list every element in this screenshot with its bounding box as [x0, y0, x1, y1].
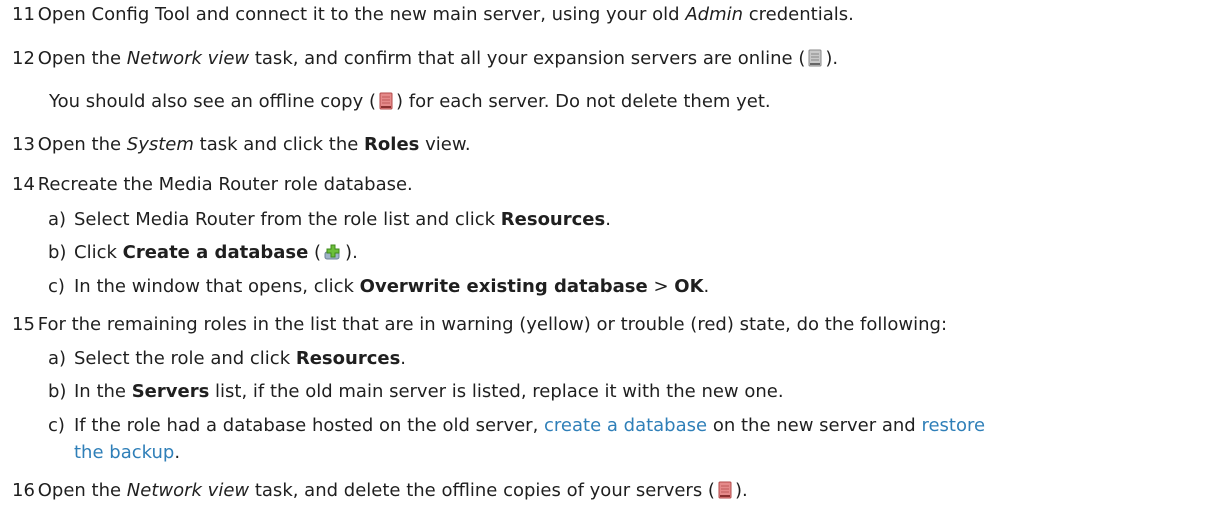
sub-letter: b) [48, 381, 67, 402]
sub-text-end: list, if the old main server is listed, … [209, 381, 784, 402]
sub-bold: Resources [500, 209, 606, 230]
sub-text-end: . [605, 209, 611, 230]
step-text: Open the [37, 48, 127, 69]
step-15-sub-c-cont: the backup. [74, 442, 180, 464]
sub-letter: c) [48, 276, 65, 297]
step-13: 13 Open the System task and click the Ro… [12, 134, 471, 156]
sub-text-mid: ( [308, 242, 322, 263]
sub-text-end: . [703, 276, 710, 297]
step-number: 14 [12, 174, 35, 195]
restore-link[interactable]: restore [921, 415, 985, 436]
step-text-end: ). [825, 48, 839, 69]
sub-bold: Create a database [122, 242, 309, 263]
step-emphasis: System [126, 134, 194, 155]
step-text: Open Config Tool and connect it to the n… [37, 4, 686, 25]
sub-letter: b) [48, 242, 67, 263]
step-text: Recreate the Media Router role database. [37, 174, 413, 195]
step-emphasis: Admin [685, 4, 744, 25]
step-15-sub-b: b) In the Servers list, if the old main s… [48, 381, 784, 403]
sub-bold-ok: OK [674, 276, 704, 297]
sub-text: Click [74, 242, 123, 263]
sub-bold: Overwrite existing database [359, 276, 648, 297]
step-15-sub-a: a) Select the role and click Resources. [48, 348, 406, 370]
step-12: 12 Open the Network view task, and confi… [12, 48, 838, 70]
step-emphasis: Network view [126, 480, 250, 501]
note-text-end: ) for each server. Do not delete them ye… [396, 91, 771, 112]
sub-text-end: ). [345, 242, 358, 263]
create-database-link[interactable]: create a database [544, 415, 707, 436]
step-number: 11 [12, 4, 35, 25]
sub-bold: Resources [295, 348, 401, 369]
plus-icon [323, 243, 343, 261]
sub-letter: c) [48, 415, 65, 436]
sub-text: In the [74, 381, 132, 402]
step-12-note: You should also see an offline copy ( ) f… [49, 91, 771, 113]
sub-letter: a) [48, 209, 67, 230]
note-text: You should also see an offline copy ( [49, 91, 377, 112]
step-14: 14 Recreate the Media Router role databa… [12, 174, 413, 196]
sub-text: If the role had a database hosted on the… [74, 415, 545, 436]
sub-bold: Servers [131, 381, 210, 402]
procedure-document: 11 Open Config Tool and connect it to th… [0, 0, 1224, 508]
sub-text: Select the role and click [74, 348, 296, 369]
step-14-sub-c: c) In the window that opens, click Overwr… [48, 276, 709, 298]
server-offline-icon [717, 481, 733, 499]
step-text-mid: task and click the [193, 134, 365, 155]
sub-letter: a) [48, 348, 67, 369]
step-11: 11 Open Config Tool and connect it to th… [12, 4, 854, 26]
step-15-sub-c: c) If the role had a database hosted on t… [48, 415, 985, 437]
step-text-mid: task, and confirm that all your expansio… [249, 48, 806, 69]
step-text-end: ). [734, 480, 748, 501]
step-text-end: credentials. [743, 4, 854, 25]
sub-text-end: . [174, 442, 181, 463]
sub-text: Select Media Router from the role list a… [74, 209, 501, 230]
step-text: For the remaining roles in the list that… [37, 314, 948, 335]
step-14-sub-b: b) Click Create a database (). [48, 242, 358, 264]
server-online-icon [807, 49, 823, 67]
sub-text-end: . [400, 348, 407, 369]
sub-text: In the window that opens, click [74, 276, 360, 297]
sub-text-mid: on the new server and [707, 415, 922, 436]
step-text-mid: task, and delete the offline copies of y… [249, 480, 715, 501]
step-number: 15 [12, 314, 35, 335]
step-text: Open the [37, 134, 127, 155]
step-number: 16 [12, 480, 35, 501]
step-15: 15 For the remaining roles in the list t… [12, 314, 947, 336]
sub-text-mid: > [647, 276, 675, 297]
step-text-end: view. [419, 134, 471, 155]
server-offline-icon [378, 92, 394, 110]
step-16: 16 Open the Network view task, and delet… [12, 480, 748, 502]
step-14-sub-a: a) Select Media Router from the role list… [48, 209, 611, 231]
step-text: Open the [37, 480, 127, 501]
step-number: 12 [12, 48, 35, 69]
the-backup-link[interactable]: the backup [74, 442, 174, 463]
step-emphasis: Network view [126, 48, 250, 69]
step-number: 13 [12, 134, 35, 155]
step-bold: Roles [364, 134, 420, 155]
